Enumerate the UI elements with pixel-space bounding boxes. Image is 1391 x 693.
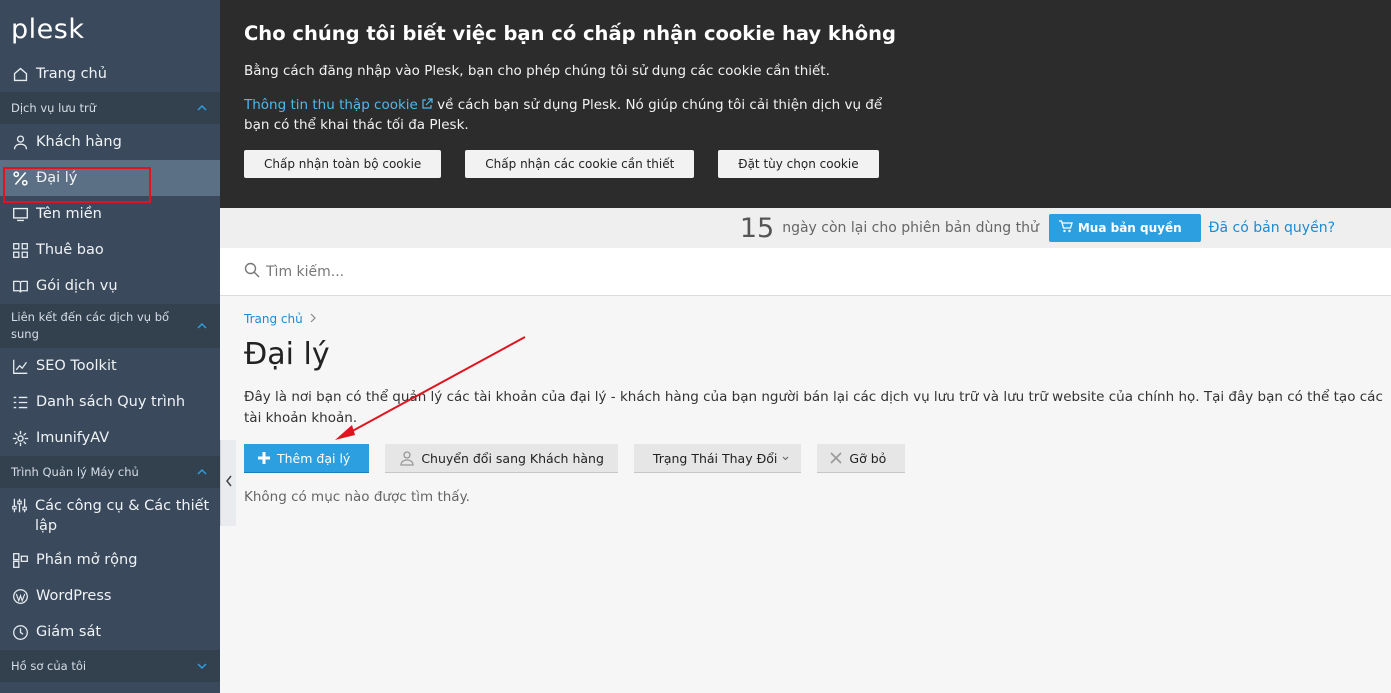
user-convert-icon bbox=[399, 450, 415, 466]
sidebar-item-label: Đại lý bbox=[36, 170, 78, 186]
user-icon bbox=[11, 133, 29, 151]
chevron-down-icon bbox=[782, 456, 789, 461]
percent-icon bbox=[11, 169, 29, 187]
plesk-logo[interactable]: plesk bbox=[0, 0, 220, 56]
cookie-banner: Cho chúng tôi biết việc bạn có chấp nhận… bbox=[220, 0, 1391, 208]
sidebar-collapse-button[interactable] bbox=[220, 440, 236, 526]
convert-to-customer-button[interactable]: Chuyển đổi sang Khách hàng bbox=[385, 444, 618, 473]
chevron-down-icon bbox=[197, 661, 207, 671]
sidebar-item-imunifyav[interactable]: ImunifyAV bbox=[0, 420, 220, 456]
sidebar: plesk Trang chủ Dịch vụ lưu trữ Khách hà… bbox=[0, 0, 220, 693]
cart-icon bbox=[1058, 220, 1078, 236]
customize-cookies-button[interactable]: Đặt tùy chọn cookie bbox=[718, 150, 879, 178]
breadcrumb-home-link[interactable]: Trang chủ bbox=[244, 312, 303, 326]
page-title: Đại lý bbox=[244, 337, 330, 372]
cookie-info-link[interactable]: Thông tin thu thập cookie bbox=[244, 97, 418, 113]
chevron-right-icon bbox=[310, 313, 317, 326]
have-license-link[interactable]: Đã có bản quyền? bbox=[1209, 220, 1335, 236]
sidebar-item-subscriptions[interactable]: Thuê bao bbox=[0, 232, 220, 268]
sidebar-item-label: Phần mở rộng bbox=[36, 552, 138, 568]
gear-icon bbox=[11, 429, 29, 447]
book-icon bbox=[11, 277, 29, 295]
search-icon bbox=[244, 262, 260, 282]
sidebar-item-label: Khách hàng bbox=[36, 134, 122, 150]
toolbar: Thêm đại lý Chuyển đổi sang Khách hàng T… bbox=[244, 444, 1391, 473]
change-status-dropdown[interactable]: Trạng Thái Thay Đổi bbox=[633, 444, 802, 473]
remove-button[interactable]: Gỡ bỏ bbox=[817, 444, 906, 473]
breadcrumb: Trang chủ bbox=[244, 312, 1391, 326]
sidebar-item-label: Tên miền bbox=[36, 206, 102, 222]
add-reseller-button[interactable]: Thêm đại lý bbox=[244, 444, 370, 473]
extensions-icon bbox=[11, 551, 29, 569]
sidebar-item-label: Trang chủ bbox=[36, 66, 107, 82]
sidebar-item-process-list[interactable]: Danh sách Quy trình bbox=[0, 384, 220, 420]
sidebar-item-tools-settings[interactable]: Các công cụ & Các thiết lập bbox=[0, 488, 220, 542]
sidebar-item-seo-toolkit[interactable]: SEO Toolkit bbox=[0, 348, 220, 384]
cookie-text-1: Bằng cách đăng nhập vào Plesk, bạn cho p… bbox=[244, 63, 830, 79]
chevron-up-icon bbox=[197, 321, 207, 331]
sidebar-item-label: SEO Toolkit bbox=[36, 358, 117, 374]
search-bar bbox=[220, 248, 1391, 296]
sidebar-item-wordpress[interactable]: WordPress bbox=[0, 578, 220, 614]
monitoring-icon bbox=[11, 623, 29, 641]
empty-message: Không có mục nào được tìm thấy. bbox=[244, 489, 470, 505]
sidebar-item-label: Các công cụ & Các thiết lập bbox=[35, 498, 210, 534]
sidebar-item-domains[interactable]: Tên miền bbox=[0, 196, 220, 232]
section-server-management[interactable]: Trình Quản lý Máy chủ bbox=[0, 456, 220, 488]
external-link-icon bbox=[418, 97, 433, 113]
sidebar-item-customers[interactable]: Khách hàng bbox=[0, 124, 220, 160]
sidebar-item-label: Thuê bao bbox=[36, 242, 104, 258]
cookie-text-2: Thông tin thu thập cookie về cách bạn sử… bbox=[244, 95, 894, 135]
cookie-title: Cho chúng tôi biết việc bạn có chấp nhận… bbox=[244, 22, 896, 45]
wordpress-icon bbox=[11, 587, 29, 605]
sliders-icon bbox=[11, 496, 28, 514]
list-icon bbox=[11, 393, 29, 411]
trial-days-count: 15 bbox=[739, 212, 775, 244]
page-description: Đây là nơi bạn có thể quản lý các tài kh… bbox=[244, 389, 1383, 426]
accept-all-cookies-button[interactable]: Chấp nhận toàn bộ cookie bbox=[244, 150, 442, 178]
sidebar-item-label: WordPress bbox=[36, 588, 112, 604]
chart-icon bbox=[11, 357, 29, 375]
sidebar-item-service-plans[interactable]: Gói dịch vụ bbox=[0, 268, 220, 304]
sidebar-item-extensions[interactable]: Phần mở rộng bbox=[0, 542, 220, 578]
chevron-left-icon bbox=[225, 475, 233, 491]
chevron-up-icon bbox=[197, 103, 207, 113]
section-hosting[interactable]: Dịch vụ lưu trữ bbox=[0, 92, 220, 124]
close-icon bbox=[829, 451, 843, 465]
sidebar-item-label: Danh sách Quy trình bbox=[36, 394, 186, 410]
buy-license-button[interactable]: Mua bản quyền bbox=[1048, 214, 1201, 242]
sidebar-item-label: ImunifyAV bbox=[36, 430, 110, 446]
section-additional-links[interactable]: Liên kết đến các dịch vụ bổ sung bbox=[0, 304, 220, 348]
sidebar-item-monitoring[interactable]: Giám sát bbox=[0, 614, 220, 650]
sidebar-item-home[interactable]: Trang chủ bbox=[0, 56, 220, 92]
grid-icon bbox=[11, 241, 29, 259]
trial-bar: 15 ngày còn lại cho phiên bản dùng thử M… bbox=[220, 208, 1391, 248]
accept-required-cookies-button[interactable]: Chấp nhận các cookie cần thiết bbox=[465, 150, 695, 178]
chevron-up-icon bbox=[197, 467, 207, 477]
trial-text: ngày còn lại cho phiên bản dùng thử bbox=[782, 220, 1039, 236]
main-content: Trang chủ Đại lý Đây là nơi bạn có thể q… bbox=[244, 296, 1391, 505]
section-my-profile[interactable]: Hồ sơ của tôi bbox=[0, 650, 220, 682]
sidebar-item-label: Gói dịch vụ bbox=[36, 278, 118, 294]
sidebar-item-resellers[interactable]: Đại lý bbox=[0, 160, 220, 196]
home-icon bbox=[11, 65, 29, 83]
search-input[interactable] bbox=[266, 263, 866, 280]
sidebar-item-label: Giám sát bbox=[36, 624, 102, 640]
monitor-icon bbox=[11, 205, 29, 223]
plus-icon bbox=[257, 451, 271, 465]
